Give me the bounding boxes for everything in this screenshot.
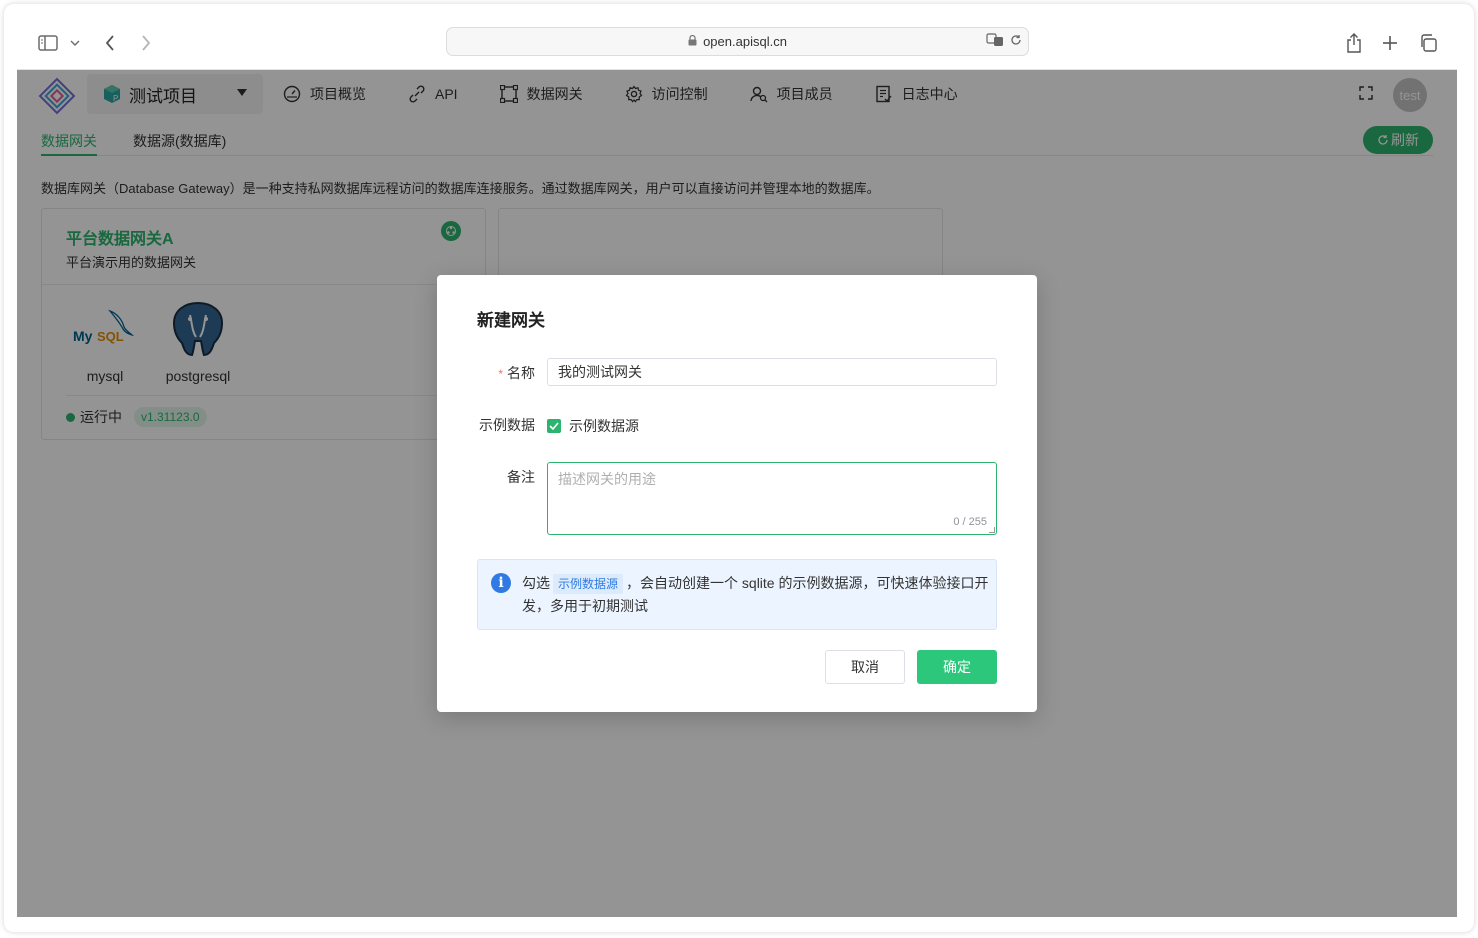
new-tab-icon[interactable] — [1379, 32, 1401, 54]
browser-toolbar: open.apisql.cn — [17, 16, 1457, 70]
reload-icon[interactable] — [1010, 34, 1022, 49]
info-text: 勾选 示例数据源 ，会自动创建一个 sqlite 的示例数据源，可快速体验接口开发，… — [522, 574, 989, 614]
name-label: * 名称 — [498, 365, 535, 381]
tabs-overview-icon[interactable] — [1417, 32, 1439, 54]
forward-icon[interactable] — [135, 32, 157, 54]
sample-datasource-checkbox[interactable]: 示例数据源 — [547, 416, 639, 436]
resize-handle[interactable] — [989, 527, 995, 533]
new-gateway-dialog: 新建网关 * 名称 我的测试网关 示例数据 示例数据源 备注 描述网关的用途 0 … — [437, 275, 1037, 712]
url-text: open.apisql.cn — [703, 34, 787, 49]
browser-window: open.apisql.cn P 测试项目 项目概览 API 数据网关 访问控制… — [17, 16, 1457, 917]
note-textarea[interactable]: 描述网关的用途 0 / 255 — [547, 462, 997, 535]
info-alert: i 勾选 示例数据源 ，会自动创建一个 sqlite 的示例数据源，可快速体验接口开… — [477, 559, 997, 630]
confirm-button[interactable]: 确定 — [917, 650, 997, 684]
cancel-button[interactable]: 取消 — [825, 650, 905, 684]
checkbox-checked-icon[interactable] — [547, 419, 561, 433]
char-counter: 0 / 255 — [953, 516, 987, 528]
required-mark: * — [498, 367, 503, 381]
gateway-name-input[interactable]: 我的测试网关 — [547, 358, 997, 386]
lock-icon — [688, 34, 697, 49]
chevron-down-icon[interactable] — [67, 32, 83, 54]
datasource-tag: 示例数据源 — [553, 574, 624, 594]
sidebar-toggle-icon[interactable] — [37, 32, 59, 54]
note-placeholder: 描述网关的用途 — [558, 471, 656, 487]
translate-icon[interactable] — [986, 33, 1004, 50]
note-label: 备注 — [507, 469, 535, 485]
info-icon: i — [491, 573, 511, 593]
sample-data-label: 示例数据 — [479, 417, 535, 433]
back-icon[interactable] — [99, 32, 121, 54]
checkbox-label: 示例数据源 — [569, 418, 639, 434]
url-bar[interactable]: open.apisql.cn — [446, 27, 1029, 56]
dialog-title: 新建网关 — [477, 311, 545, 330]
share-icon[interactable] — [1343, 32, 1365, 54]
